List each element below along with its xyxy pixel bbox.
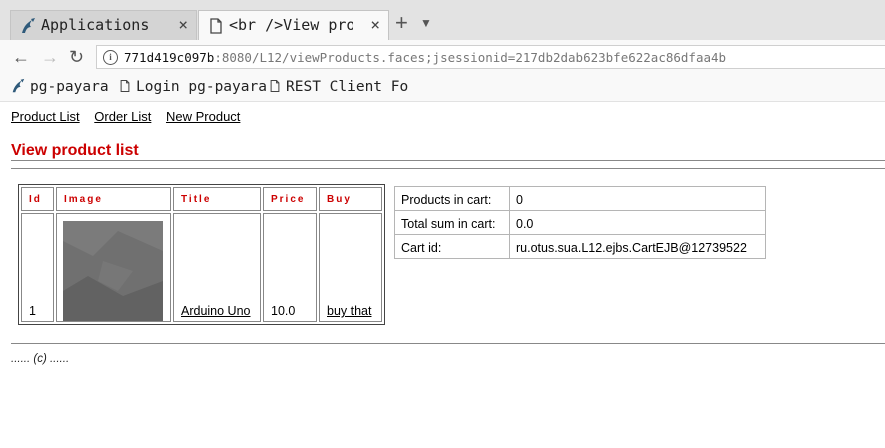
tab-strip: Applications × <br />View products × + ▼ bbox=[0, 0, 885, 40]
reload-button[interactable]: ↻ bbox=[69, 47, 84, 67]
divider bbox=[11, 160, 885, 161]
buy-link[interactable]: buy that bbox=[327, 304, 371, 318]
product-price: 10.0 bbox=[263, 213, 317, 322]
tab-view-products[interactable]: <br />View products × bbox=[198, 10, 389, 40]
product-image-cell bbox=[56, 213, 171, 322]
bookmark-label: pg-payara bbox=[30, 79, 109, 95]
new-product-link[interactable]: New Product bbox=[166, 109, 240, 124]
payara-logo-icon bbox=[12, 78, 25, 93]
bookmark-login-pg-payara[interactable]: Login pg-payara bbox=[118, 78, 268, 95]
divider bbox=[11, 343, 885, 344]
page-icon bbox=[270, 80, 280, 92]
product-image bbox=[63, 221, 163, 321]
page-content: Product List Order List New Product View… bbox=[0, 102, 885, 448]
page-icon bbox=[210, 18, 222, 34]
table-row: Products in cart: 0 bbox=[394, 186, 766, 211]
page-title: View product list bbox=[11, 142, 139, 159]
bookmark-label: Login pg-payara bbox=[136, 79, 267, 95]
page-icon bbox=[120, 80, 130, 92]
column-header-image: Image bbox=[56, 187, 171, 211]
product-title-link[interactable]: Arduino Uno bbox=[181, 304, 251, 318]
bookmark-pg-payara[interactable]: pg-payara bbox=[10, 78, 110, 95]
table-row: Total sum in cart: 0.0 bbox=[394, 210, 766, 235]
column-header-title: Title bbox=[173, 187, 261, 211]
column-header-buy: Buy bbox=[319, 187, 382, 211]
url-bar[interactable]: i 771d419c097b:8080/L12/viewProducts.fac… bbox=[96, 45, 885, 69]
product-buy-cell: buy that bbox=[319, 213, 382, 322]
cart-label: Total sum in cart: bbox=[394, 210, 510, 235]
back-button[interactable]: ← bbox=[12, 47, 30, 67]
cart-label: Cart id: bbox=[394, 234, 510, 259]
bookmarks-toolbar: pg-payara Login pg-payara REST Client Fo… bbox=[0, 75, 885, 102]
bookmark-rest-client[interactable]: REST Client For bbox=[268, 78, 408, 95]
table-row: Cart id: ru.otus.sua.L12.ejbs.CartEJB@12… bbox=[394, 234, 766, 259]
bookmark-label: REST Client For bbox=[286, 79, 408, 95]
cart-info-table: Products in cart: 0 Total sum in cart: 0… bbox=[394, 186, 766, 259]
products-table: Id Image Title Price Buy 1 Arduino Uno 1… bbox=[18, 184, 385, 325]
product-title-cell: Arduino Uno bbox=[173, 213, 261, 322]
column-header-price: Price bbox=[263, 187, 317, 211]
order-list-link[interactable]: Order List bbox=[94, 109, 151, 124]
top-navigation: Product List Order List New Product bbox=[11, 109, 251, 124]
close-icon[interactable]: × bbox=[370, 15, 380, 34]
tab-list-dropdown-icon[interactable]: ▼ bbox=[420, 16, 432, 30]
cart-label: Products in cart: bbox=[394, 186, 510, 211]
tab-title: Applications bbox=[41, 16, 150, 34]
close-icon[interactable]: × bbox=[178, 15, 188, 34]
tab-title: <br />View products bbox=[229, 16, 353, 34]
table-header-row: Id Image Title Price Buy bbox=[21, 187, 382, 211]
payara-logo-icon bbox=[22, 18, 35, 33]
cart-value: 0 bbox=[509, 186, 766, 211]
product-id: 1 bbox=[21, 213, 54, 322]
cart-value: 0.0 bbox=[509, 210, 766, 235]
column-header-id: Id bbox=[21, 187, 54, 211]
navigation-toolbar: ← → ↻ i 771d419c097b:8080/L12/viewProduc… bbox=[0, 40, 885, 76]
forward-button[interactable]: → bbox=[41, 47, 59, 67]
table-row: 1 Arduino Uno 10.0 buy that bbox=[21, 213, 382, 322]
url-text: 771d419c097b:8080/L12/viewProducts.faces… bbox=[124, 50, 727, 65]
product-list-link[interactable]: Product List bbox=[11, 109, 80, 124]
new-tab-button[interactable]: + bbox=[395, 12, 408, 34]
cart-value: ru.otus.sua.L12.ejbs.CartEJB@12739522 bbox=[509, 234, 766, 259]
footer-text: ...... (c) ...... bbox=[11, 353, 70, 365]
divider bbox=[11, 168, 885, 169]
tab-applications[interactable]: Applications × bbox=[10, 10, 197, 40]
info-icon[interactable]: i bbox=[103, 50, 118, 65]
